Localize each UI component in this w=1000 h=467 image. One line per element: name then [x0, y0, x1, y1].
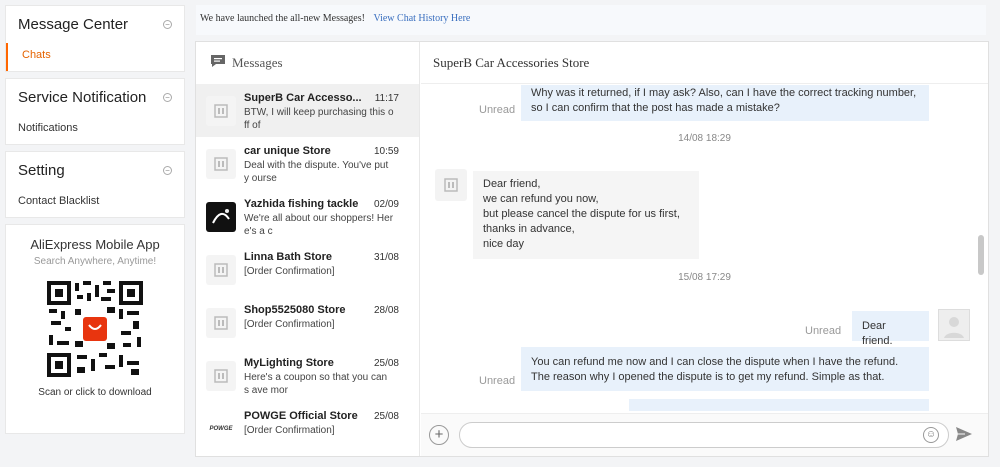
app-download-text[interactable]: Scan or click to download	[6, 387, 184, 398]
conversation-time: 11:17	[374, 93, 399, 104]
conversation-items: SuperB Car Accesso... 11:17 BTW, I will ke…	[196, 84, 419, 455]
messages-header: Messages	[196, 42, 419, 84]
nav-card: Setting − Contact Blacklist	[5, 151, 185, 218]
store-logo-icon	[206, 202, 236, 232]
conversation-name: car unique Store	[244, 145, 331, 157]
store-icon	[206, 308, 236, 338]
collapse-icon[interactable]: −	[163, 93, 172, 102]
conversation-preview: BTW, I will keep purchasing this off of	[244, 107, 394, 131]
app-subtitle: Search Anywhere, Anytime!	[33, 256, 157, 267]
conversation-preview: [Order Confirmation]	[244, 266, 335, 277]
message-input[interactable]	[459, 422, 949, 448]
conversation-preview: [Order Confirmation]	[244, 425, 335, 436]
message-bubble-incoming: Dear friend, we can refund you now, but …	[473, 171, 699, 259]
nav-item-contact-blacklist[interactable]: Contact Blacklist	[6, 189, 184, 217]
nav-item-chats[interactable]: Chats	[6, 43, 184, 71]
conversation-name: Yazhida fishing tackle	[244, 198, 359, 210]
conversation-preview: We're all about our shoppers! Her e's a …	[244, 213, 394, 237]
collapse-icon[interactable]: −	[163, 20, 172, 29]
conversation-item[interactable]: SuperB Car Accesso... 11:17 BTW, I will ke…	[196, 84, 419, 137]
nav-section-setting[interactable]: Setting −	[6, 152, 184, 189]
conversation-name: Shop5525080 Store	[244, 304, 346, 316]
conversation-item[interactable]: Shop5525080 Store 28/08 [Order Confirmatio…	[196, 296, 419, 349]
conversation-preview: Deal with the dispute. You've put y ours…	[244, 160, 389, 184]
collapse-icon[interactable]: −	[163, 166, 172, 175]
notice-bar: We have launched the all-new Messages! V…	[196, 5, 986, 35]
nav-title: Service Notification	[18, 89, 147, 106]
conversation-item[interactable]: Yazhida fishing tackle 02/09 We're all abo…	[196, 190, 419, 243]
conversation-time: 25/08	[373, 411, 399, 422]
nav-title: Setting	[18, 162, 65, 179]
emoji-icon[interactable]: ☺	[923, 427, 939, 443]
conversation-preview: Here's a coupon so that you can s ave mo…	[244, 372, 388, 396]
conversation-item[interactable]: car unique Store 10:59 Deal with the dispu…	[196, 137, 419, 190]
message-bubble-outgoing-partial	[629, 399, 929, 411]
conversation-time: 02/09	[373, 199, 399, 210]
chat-pane: SuperB Car Accessories Store Unread Why …	[421, 42, 988, 456]
logo-text: POWGE	[209, 426, 233, 432]
conversation-item[interactable]: POWGE POWGE Official Store 25/08 [Order Con…	[196, 402, 419, 455]
conversation-preview: [Order Confirmation]	[244, 319, 335, 330]
conversation-time: 28/08	[373, 305, 399, 316]
store-avatar-icon	[435, 169, 467, 201]
notice-text: We have launched the all-new Messages!	[200, 13, 365, 24]
store-logo-text: POWGE	[206, 414, 236, 444]
conversation-item[interactable]: MyLighting Store 25/08 Here's a coupon so …	[196, 349, 419, 402]
mobile-app-card[interactable]: AliExpress Mobile App Search Anywhere, A…	[5, 224, 185, 434]
chat-bubble-icon	[210, 54, 226, 72]
store-icon	[206, 149, 236, 179]
store-icon	[206, 361, 236, 391]
conversation-name: POWGE Official Store	[244, 410, 358, 422]
unread-label: Unread	[479, 375, 516, 387]
message-bubble-outgoing: You can refund me now and I can close th…	[521, 347, 929, 391]
send-icon[interactable]	[955, 426, 973, 447]
store-icon	[206, 96, 236, 126]
nav-item-notifications[interactable]: Notifications	[6, 116, 184, 144]
timestamp: 14/08 18:29	[678, 133, 731, 144]
unread-label: Unread	[479, 104, 516, 116]
conversation-time: 10:59	[373, 146, 399, 157]
conversation-time: 31/08	[373, 252, 399, 263]
conversation-item[interactable]: Linna Bath Store 31/08 [Order Confirmation…	[196, 243, 419, 296]
nav-section-message-center[interactable]: Message Center −	[6, 6, 184, 43]
conversation-name: MyLighting Store	[244, 357, 334, 369]
view-chat-history-link[interactable]: View Chat History Here	[373, 13, 470, 24]
message-thread[interactable]: Unread Why was it returned, if I may ask…	[421, 85, 988, 411]
timestamp: 15/08 17:29	[678, 272, 731, 283]
add-attachment-button[interactable]: +	[429, 425, 449, 445]
conversation-time: 25/08	[373, 358, 399, 369]
nav-title: Message Center	[18, 16, 129, 33]
message-bubble-outgoing: Why was it returned, if I may ask? Also,…	[521, 85, 929, 121]
composer: + ☺	[421, 413, 988, 456]
message-bubble-outgoing: Dear friend.	[852, 311, 929, 347]
messages-title: Messages	[232, 55, 283, 70]
conversation-name: Linna Bath Store	[244, 251, 333, 263]
conversation-list: Messages SuperB Car Accesso... 11:17 BTW, …	[196, 42, 420, 456]
store-icon	[206, 255, 236, 285]
chat-container: Messages SuperB Car Accesso... 11:17 BTW, …	[195, 41, 989, 457]
chat-title: SuperB Car Accessories Store	[421, 42, 988, 84]
app-title: AliExpress Mobile App	[30, 237, 160, 252]
nav-card: Service Notification − Notifications	[5, 78, 185, 145]
qr-code-icon[interactable]	[47, 281, 143, 377]
conversation-name: SuperB Car Accesso...	[244, 92, 362, 104]
left-nav: Message Center − Chats Service Notificat…	[5, 5, 185, 434]
nav-section-service-notification[interactable]: Service Notification −	[6, 79, 184, 116]
user-avatar-icon	[938, 309, 970, 341]
nav-card: Message Center − Chats	[5, 5, 185, 72]
scrollbar[interactable]	[978, 235, 984, 275]
unread-label: Unread	[805, 325, 842, 337]
